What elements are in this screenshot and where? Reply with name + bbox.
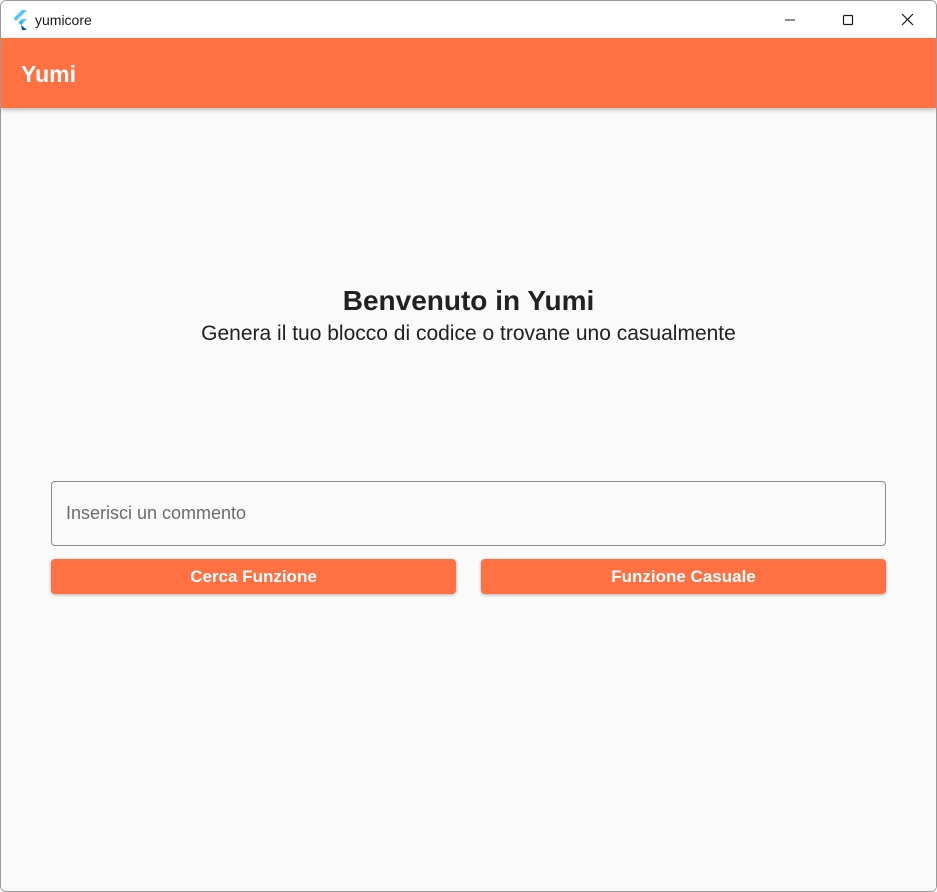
app-bar: Yumi xyxy=(1,38,936,108)
welcome-heading: Benvenuto in Yumi xyxy=(342,285,595,316)
welcome-subheading: Genera il tuo blocco di codice o trovane… xyxy=(201,322,736,345)
window-title: yumicore xyxy=(35,12,92,28)
maximize-icon xyxy=(842,14,854,26)
window-titlebar[interactable]: yumicore xyxy=(1,1,936,38)
app-bar-title: Yumi xyxy=(21,61,76,87)
minimize-icon xyxy=(784,14,796,26)
app-window: yumicore Yumi Benvenuto in Yumi Genera i… xyxy=(0,0,937,892)
close-icon xyxy=(901,13,914,26)
flutter-logo-icon xyxy=(12,10,30,30)
search-function-button[interactable]: Cerca Funzione xyxy=(51,559,456,594)
maximize-button[interactable] xyxy=(819,1,877,38)
comment-input[interactable] xyxy=(51,481,886,546)
main-content: Benvenuto in Yumi Genera il tuo blocco d… xyxy=(1,108,936,891)
random-function-button[interactable]: Funzione Casuale xyxy=(481,559,886,594)
minimize-button[interactable] xyxy=(761,1,819,38)
close-button[interactable] xyxy=(878,1,936,38)
